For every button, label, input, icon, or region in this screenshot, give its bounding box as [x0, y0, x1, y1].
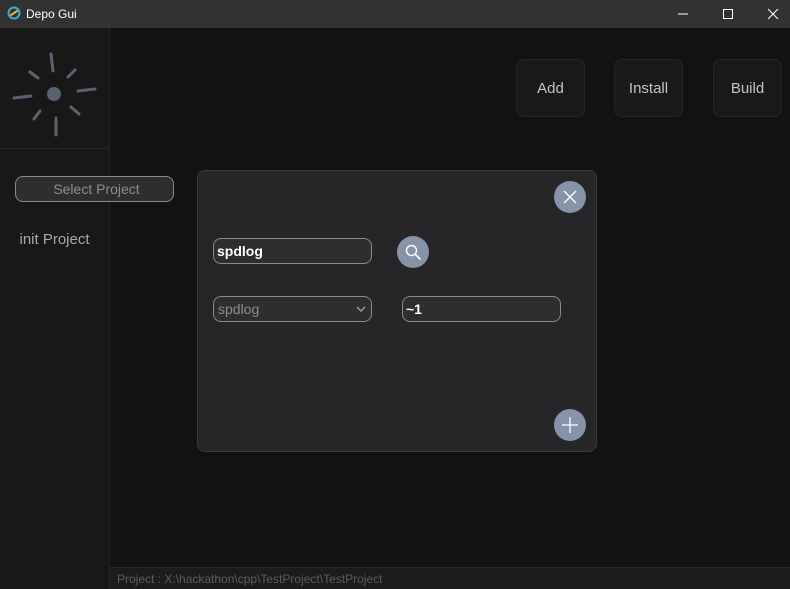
- package-select[interactable]: spdlog: [213, 296, 372, 322]
- chevron-down-icon: [356, 306, 366, 313]
- add-dependency-button[interactable]: [554, 409, 586, 441]
- maximize-button[interactable]: [705, 0, 751, 28]
- close-icon: [767, 8, 779, 20]
- magnifier-icon: [405, 244, 421, 260]
- minimize-button[interactable]: [660, 0, 706, 28]
- spinner-logo-icon: [0, 28, 109, 149]
- dialog-close-button[interactable]: [554, 181, 586, 213]
- install-button[interactable]: Install: [614, 59, 683, 117]
- window-title: Depo Gui: [26, 7, 77, 21]
- status-bar: Project : X:\hackathon\cpp\TestProject\T…: [110, 567, 790, 589]
- search-button[interactable]: [397, 236, 429, 268]
- sidebar-item-init-project[interactable]: init Project: [0, 231, 109, 248]
- title-bar: Depo Gui: [0, 0, 790, 28]
- window-close-button[interactable]: [750, 0, 790, 28]
- add-button[interactable]: Add: [516, 59, 585, 117]
- plus-icon: [562, 417, 578, 433]
- app-logo-icon: [7, 6, 21, 20]
- maximize-icon: [723, 9, 733, 19]
- sidebar: Select Project init Project: [0, 28, 174, 589]
- build-button[interactable]: Build: [713, 59, 782, 117]
- version-input[interactable]: [402, 296, 561, 322]
- project-path-text: Project : X:\hackathon\cpp\TestProject\T…: [117, 572, 383, 586]
- close-x-icon: [563, 190, 577, 204]
- add-dependency-dialog: spdlog: [197, 170, 597, 452]
- package-select-value: spdlog: [218, 301, 260, 317]
- sidebar-item-select-project[interactable]: Select Project: [15, 176, 174, 202]
- minimize-icon: [678, 13, 688, 15]
- package-search-input[interactable]: [213, 238, 372, 264]
